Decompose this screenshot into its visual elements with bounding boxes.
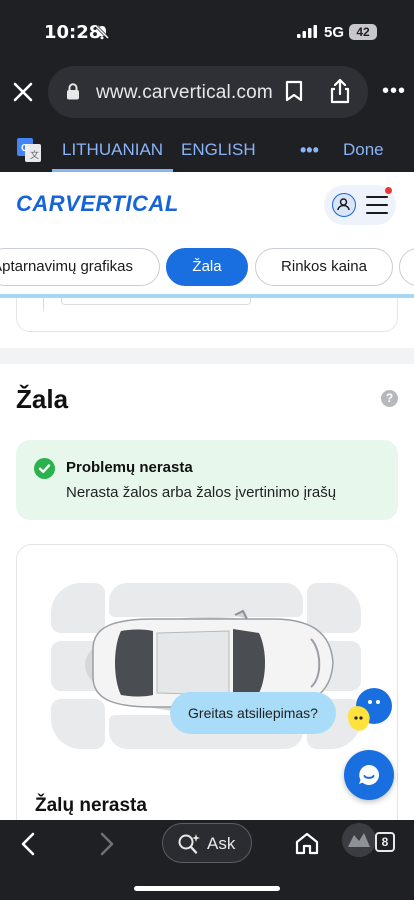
address-row: www.carvertical.com ••• <box>0 64 414 120</box>
tab-english[interactable]: ENGLISH <box>181 140 256 160</box>
browser-chrome: 10:28 5G 42 www.carvertical.com ••• G 文 … <box>0 0 414 172</box>
search-sparkle-icon <box>178 834 200 854</box>
address-bar[interactable]: www.carvertical.com <box>48 66 368 118</box>
feedback-button[interactable]: Greitas atsiliepimas? <box>170 692 336 734</box>
diagram-caption: Žalų nerasta <box>35 795 147 816</box>
mute-bell-icon <box>94 24 110 45</box>
bookmark-icon[interactable] <box>285 80 303 107</box>
section-title: Žala <box>16 384 69 414</box>
tabs-count-button[interactable]: 8 <box>375 832 395 852</box>
forward-icon[interactable] <box>95 832 117 861</box>
check-circle-icon <box>34 458 55 479</box>
ask-button[interactable]: Ask <box>162 823 252 863</box>
home-indicator <box>134 886 280 891</box>
lock-icon <box>66 83 80 105</box>
google-translate-icon: G文 <box>17 138 41 162</box>
tab-service-schedule[interactable]: Aptarnavimų grafikas <box>0 248 160 286</box>
ask-label: Ask <box>207 834 236 853</box>
mascot-icon[interactable] <box>344 686 394 736</box>
tab-lithuanian[interactable]: LITHUANIAN <box>62 140 163 160</box>
tab-damage[interactable]: Žala <box>166 248 248 286</box>
hamburger-menu-icon[interactable] <box>366 196 388 214</box>
notification-dot <box>385 187 392 194</box>
section-divider <box>0 348 414 364</box>
cellular-signal-icon <box>297 25 317 43</box>
tab-market-price[interactable]: Rinkos kaina <box>255 248 393 286</box>
status-time: 10:28 <box>44 22 102 43</box>
site-header: CARVERTICAL <box>0 172 414 236</box>
home-icon[interactable] <box>294 831 320 860</box>
tab-thumbnail[interactable] <box>342 823 376 857</box>
account-icon[interactable] <box>332 193 356 217</box>
status-bar: 10:28 5G 42 <box>0 0 414 60</box>
carvertical-logo[interactable]: CARVERTICAL <box>16 191 179 217</box>
help-icon[interactable]: ? <box>381 390 398 407</box>
battery-icon: 42 <box>349 24 377 40</box>
section-tabs: Aptarnavimų grafikas Žala Rinkos kaina <box>0 236 414 298</box>
status-text: Nerasta žalos arba žalos įvertinimo įraš… <box>66 484 337 501</box>
chat-icon <box>359 765 379 785</box>
done-button[interactable]: Done <box>343 140 384 160</box>
translate-bar: G文 LITHUANIAN ENGLISH ••• Done <box>0 128 414 172</box>
network-type: 5G <box>324 24 345 41</box>
tabs-scroll-indicator <box>0 294 414 298</box>
close-icon[interactable] <box>11 80 35 104</box>
svg-text:G: G <box>21 143 29 154</box>
url-text[interactable]: www.carvertical.com <box>96 82 273 104</box>
back-icon[interactable] <box>18 832 40 861</box>
status-card: Problemų nerasta Nerasta žalos arba žalo… <box>16 440 398 520</box>
translate-menu-button[interactable]: ••• <box>300 140 319 161</box>
share-icon[interactable] <box>329 78 351 109</box>
svg-text:文: 文 <box>30 149 39 160</box>
tab-next[interactable] <box>399 248 414 286</box>
chat-button[interactable] <box>344 750 394 800</box>
status-title: Problemų nerasta <box>66 459 193 476</box>
browser-menu-button[interactable]: ••• <box>382 81 406 101</box>
